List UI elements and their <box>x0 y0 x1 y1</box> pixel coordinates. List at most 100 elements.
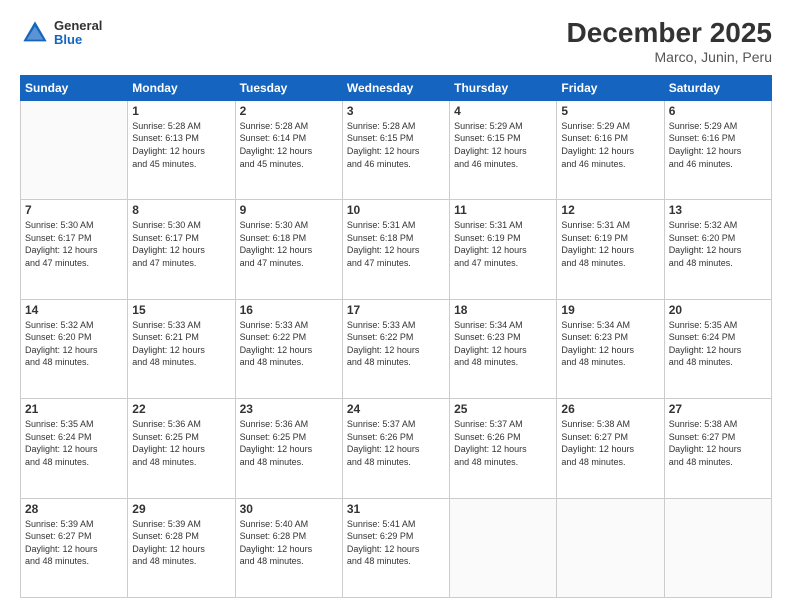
day-number: 24 <box>347 402 445 416</box>
calendar-cell: 25 Sunrise: 5:37 AM Sunset: 6:26 PM Dayli… <box>450 399 557 498</box>
day-number: 30 <box>240 502 338 516</box>
calendar-cell: 28 Sunrise: 5:39 AM Sunset: 6:27 PM Dayli… <box>21 498 128 597</box>
logo-general: General <box>54 19 102 33</box>
calendar-cell: 5 Sunrise: 5:29 AM Sunset: 6:16 PM Daylig… <box>557 100 664 199</box>
calendar-cell: 17 Sunrise: 5:33 AM Sunset: 6:22 PM Dayli… <box>342 299 449 398</box>
day-number: 31 <box>347 502 445 516</box>
day-number: 19 <box>561 303 659 317</box>
day-number: 18 <box>454 303 552 317</box>
day-info: Sunrise: 5:29 AM Sunset: 6:16 PM Dayligh… <box>561 120 659 170</box>
page: General Blue December 2025 Marco, Junin,… <box>0 0 792 612</box>
day-number: 8 <box>132 203 230 217</box>
col-monday: Monday <box>128 75 235 100</box>
day-info: Sunrise: 5:30 AM Sunset: 6:18 PM Dayligh… <box>240 219 338 269</box>
calendar-week-row: 21 Sunrise: 5:35 AM Sunset: 6:24 PM Dayli… <box>21 399 772 498</box>
calendar-cell <box>21 100 128 199</box>
day-info: Sunrise: 5:30 AM Sunset: 6:17 PM Dayligh… <box>25 219 123 269</box>
calendar-cell: 29Sunrise: 5:39 AM Sunset: 6:28 PM Dayli… <box>128 498 235 597</box>
day-number: 25 <box>454 402 552 416</box>
title-block: December 2025 Marco, Junin, Peru <box>567 18 772 65</box>
calendar-cell: 22 Sunrise: 5:36 AM Sunset: 6:25 PM Dayli… <box>128 399 235 498</box>
day-info: Sunrise: 5:40 AM Sunset: 6:28 PM Dayligh… <box>240 518 338 568</box>
calendar-cell <box>664 498 771 597</box>
day-info: Sunrise: 5:30 AM Sunset: 6:17 PM Dayligh… <box>132 219 230 269</box>
day-number: 20 <box>669 303 767 317</box>
calendar-cell: 20 Sunrise: 5:35 AM Sunset: 6:24 PM Dayli… <box>664 299 771 398</box>
calendar-cell: 12Sunrise: 5:31 AM Sunset: 6:19 PM Dayli… <box>557 200 664 299</box>
day-number: 11 <box>454 203 552 217</box>
calendar-cell: 13Sunrise: 5:32 AM Sunset: 6:20 PM Dayli… <box>664 200 771 299</box>
col-friday: Friday <box>557 75 664 100</box>
day-number: 17 <box>347 303 445 317</box>
col-saturday: Saturday <box>664 75 771 100</box>
calendar-cell: 9 Sunrise: 5:30 AM Sunset: 6:18 PM Daylig… <box>235 200 342 299</box>
day-number: 21 <box>25 402 123 416</box>
day-number: 13 <box>669 203 767 217</box>
day-info: Sunrise: 5:38 AM Sunset: 6:27 PM Dayligh… <box>561 418 659 468</box>
day-number: 6 <box>669 104 767 118</box>
day-info: Sunrise: 5:33 AM Sunset: 6:22 PM Dayligh… <box>347 319 445 369</box>
day-info: Sunrise: 5:28 AM Sunset: 6:13 PM Dayligh… <box>132 120 230 170</box>
calendar-header-row: Sunday Monday Tuesday Wednesday Thursday… <box>21 75 772 100</box>
calendar-cell: 23 Sunrise: 5:36 AM Sunset: 6:25 PM Dayli… <box>235 399 342 498</box>
calendar-cell: 1 Sunrise: 5:28 AM Sunset: 6:13 PM Daylig… <box>128 100 235 199</box>
calendar-cell: 3 Sunrise: 5:28 AM Sunset: 6:15 PM Daylig… <box>342 100 449 199</box>
calendar-cell: 10Sunrise: 5:31 AM Sunset: 6:18 PM Dayli… <box>342 200 449 299</box>
calendar-week-row: 28 Sunrise: 5:39 AM Sunset: 6:27 PM Dayli… <box>21 498 772 597</box>
day-number: 22 <box>132 402 230 416</box>
day-info: Sunrise: 5:35 AM Sunset: 6:24 PM Dayligh… <box>25 418 123 468</box>
col-thursday: Thursday <box>450 75 557 100</box>
day-number: 15 <box>132 303 230 317</box>
calendar-cell: 7 Sunrise: 5:30 AM Sunset: 6:17 PM Daylig… <box>21 200 128 299</box>
day-number: 14 <box>25 303 123 317</box>
day-number: 28 <box>25 502 123 516</box>
day-number: 7 <box>25 203 123 217</box>
day-info: Sunrise: 5:38 AM Sunset: 6:27 PM Dayligh… <box>669 418 767 468</box>
calendar-subtitle: Marco, Junin, Peru <box>567 49 772 65</box>
logo-icon <box>20 18 50 48</box>
day-number: 9 <box>240 203 338 217</box>
day-number: 12 <box>561 203 659 217</box>
header: General Blue December 2025 Marco, Junin,… <box>20 18 772 65</box>
col-tuesday: Tuesday <box>235 75 342 100</box>
day-info: Sunrise: 5:29 AM Sunset: 6:15 PM Dayligh… <box>454 120 552 170</box>
day-number: 1 <box>132 104 230 118</box>
calendar-cell: 6 Sunrise: 5:29 AM Sunset: 6:16 PM Daylig… <box>664 100 771 199</box>
calendar-cell <box>450 498 557 597</box>
day-info: Sunrise: 5:35 AM Sunset: 6:24 PM Dayligh… <box>669 319 767 369</box>
calendar-week-row: 14 Sunrise: 5:32 AM Sunset: 6:20 PM Dayli… <box>21 299 772 398</box>
day-info: Sunrise: 5:33 AM Sunset: 6:21 PM Dayligh… <box>132 319 230 369</box>
day-number: 5 <box>561 104 659 118</box>
day-info: Sunrise: 5:34 AM Sunset: 6:23 PM Dayligh… <box>561 319 659 369</box>
calendar-cell: 2Sunrise: 5:28 AM Sunset: 6:14 PM Daylig… <box>235 100 342 199</box>
col-sunday: Sunday <box>21 75 128 100</box>
calendar-cell: 11 Sunrise: 5:31 AM Sunset: 6:19 PM Dayli… <box>450 200 557 299</box>
calendar-cell <box>557 498 664 597</box>
day-number: 4 <box>454 104 552 118</box>
day-info: Sunrise: 5:36 AM Sunset: 6:25 PM Dayligh… <box>132 418 230 468</box>
calendar-cell: 24Sunrise: 5:37 AM Sunset: 6:26 PM Dayli… <box>342 399 449 498</box>
calendar-cell: 16 Sunrise: 5:33 AM Sunset: 6:22 PM Dayli… <box>235 299 342 398</box>
day-info: Sunrise: 5:32 AM Sunset: 6:20 PM Dayligh… <box>25 319 123 369</box>
calendar-cell: 14 Sunrise: 5:32 AM Sunset: 6:20 PM Dayli… <box>21 299 128 398</box>
day-info: Sunrise: 5:33 AM Sunset: 6:22 PM Dayligh… <box>240 319 338 369</box>
calendar-cell: 18Sunrise: 5:34 AM Sunset: 6:23 PM Dayli… <box>450 299 557 398</box>
day-number: 26 <box>561 402 659 416</box>
day-info: Sunrise: 5:39 AM Sunset: 6:28 PM Dayligh… <box>132 518 230 568</box>
day-info: Sunrise: 5:36 AM Sunset: 6:25 PM Dayligh… <box>240 418 338 468</box>
calendar-week-row: 7 Sunrise: 5:30 AM Sunset: 6:17 PM Daylig… <box>21 200 772 299</box>
day-info: Sunrise: 5:31 AM Sunset: 6:19 PM Dayligh… <box>454 219 552 269</box>
day-info: Sunrise: 5:31 AM Sunset: 6:18 PM Dayligh… <box>347 219 445 269</box>
day-number: 3 <box>347 104 445 118</box>
day-number: 23 <box>240 402 338 416</box>
logo-text: General Blue <box>54 19 102 48</box>
day-info: Sunrise: 5:29 AM Sunset: 6:16 PM Dayligh… <box>669 120 767 170</box>
calendar-cell: 21 Sunrise: 5:35 AM Sunset: 6:24 PM Dayli… <box>21 399 128 498</box>
calendar-cell: 27Sunrise: 5:38 AM Sunset: 6:27 PM Dayli… <box>664 399 771 498</box>
day-number: 16 <box>240 303 338 317</box>
day-info: Sunrise: 5:39 AM Sunset: 6:27 PM Dayligh… <box>25 518 123 568</box>
day-info: Sunrise: 5:37 AM Sunset: 6:26 PM Dayligh… <box>454 418 552 468</box>
day-info: Sunrise: 5:28 AM Sunset: 6:14 PM Dayligh… <box>240 120 338 170</box>
calendar-cell: 26 Sunrise: 5:38 AM Sunset: 6:27 PM Dayli… <box>557 399 664 498</box>
day-info: Sunrise: 5:28 AM Sunset: 6:15 PM Dayligh… <box>347 120 445 170</box>
